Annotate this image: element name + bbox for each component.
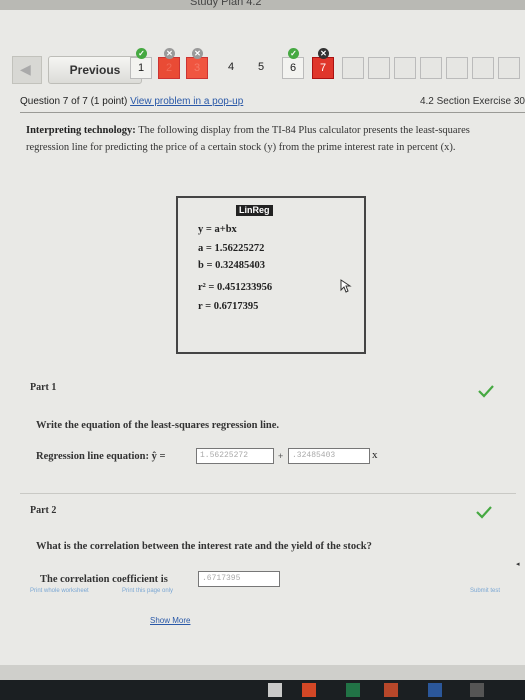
question-number-text: Question 7 of 7 (1 point) <box>20 96 128 107</box>
section-label: 4.2 Section Exercise 30 <box>419 96 525 107</box>
bezel-text: Study Plan 4.2 <box>190 0 262 8</box>
question-tab-label: 7 <box>319 62 327 74</box>
calculator-line: b = 0.32485403 <box>198 260 265 271</box>
intercept-input[interactable]: 1.56225272 <box>196 448 274 464</box>
empty-tab <box>498 57 520 79</box>
submit-test-link[interactable]: Submit test <box>470 588 500 594</box>
x-icon: ✕ <box>192 48 203 59</box>
plus-sign: + <box>278 451 284 461</box>
taskbar <box>0 680 525 700</box>
question-tab-label: 6 <box>289 62 297 74</box>
check-icon: ✓ <box>288 48 299 59</box>
powerpoint-app-icon[interactable] <box>302 683 316 697</box>
question-tab-label: 3 <box>193 62 201 74</box>
question-tab-1[interactable]: 1 <box>130 57 152 79</box>
x-variable: x <box>372 449 378 461</box>
print-worksheet-link[interactable]: Print whole worksheet <box>30 588 89 594</box>
popup-link[interactable]: View problem in a pop-up <box>130 96 243 107</box>
part1-instruction: Write the equation of the least-squares … <box>36 420 280 431</box>
question-tab-2[interactable]: 2 <box>158 57 180 79</box>
question-tab-6[interactable]: 6 <box>282 57 304 79</box>
back-arrow-button[interactable]: ◀ <box>12 56 42 84</box>
check-icon: ✓ <box>136 48 147 59</box>
question-tab-label: 2 <box>165 62 173 74</box>
question-header: Question 7 of 7 (1 point) View problem i… <box>20 96 525 113</box>
question-tab-label: 4 <box>227 61 235 73</box>
part2-label: Part 2 <box>30 505 57 516</box>
part1-label: Part 1 <box>30 382 57 393</box>
calculator-line: r² = 0.451233956 <box>198 282 273 293</box>
part2-question: What is the correlation between the inte… <box>36 541 372 552</box>
word-app-icon[interactable] <box>428 683 442 697</box>
question-navigation: ◀ Previous 1 ✓ 2 ✕ 3 ✕ 4 5 6 ✓ 7 ✕ <box>12 48 525 86</box>
question-tab-7[interactable]: 7 <box>312 57 334 79</box>
empty-tab <box>420 57 442 79</box>
calculator-app-icon[interactable] <box>268 683 282 697</box>
part1-check-icon <box>478 385 494 398</box>
question-prompt: Interpreting technology: The following d… <box>26 122 496 156</box>
question-number: Question 7 of 7 (1 point) View problem i… <box>20 96 243 107</box>
double-left-arrow-icon: ◀ <box>20 61 31 77</box>
equation-label: Regression line equation: ŷ = <box>36 451 166 462</box>
part2-check-icon <box>476 506 492 519</box>
empty-tab <box>394 57 416 79</box>
x-icon: ✕ <box>164 48 175 59</box>
question-tab-5[interactable]: 5 <box>250 57 272 79</box>
mouse-cursor-icon <box>340 279 352 293</box>
correlation-label: The correlation coefficient is <box>40 574 168 585</box>
app-icon[interactable] <box>384 683 398 697</box>
empty-tab <box>368 57 390 79</box>
calculator-line: y = a+bx <box>198 224 237 235</box>
print-page-link[interactable]: Print this page only <box>122 588 173 594</box>
question-tab-3[interactable]: 3 <box>186 57 208 79</box>
correlation-input[interactable]: .6717395 <box>198 571 280 587</box>
calculator-line: a = 1.56225272 <box>198 243 265 254</box>
app-icon[interactable] <box>470 683 484 697</box>
empty-tab <box>472 57 494 79</box>
previous-button[interactable]: Previous <box>48 56 142 84</box>
empty-tab <box>446 57 468 79</box>
divider <box>20 493 516 494</box>
scroll-arrow-icon[interactable]: ◂ <box>516 560 520 568</box>
slope-input[interactable]: .32485403 <box>288 448 370 464</box>
prompt-lead: Interpreting technology: <box>26 125 136 136</box>
calculator-title: LinReg <box>236 205 273 216</box>
question-tab-label: 5 <box>257 61 265 73</box>
x-icon: ✕ <box>318 48 329 59</box>
calculator-display: LinReg y = a+bx a = 1.56225272 b = 0.324… <box>176 196 366 354</box>
calculator-line: r = 0.6717395 <box>198 301 259 312</box>
question-tab-4[interactable]: 4 <box>220 57 242 79</box>
excel-app-icon[interactable] <box>346 683 360 697</box>
show-more-link[interactable]: Show More <box>150 616 190 625</box>
monitor-top-bezel: Study Plan 4.2 <box>0 0 525 10</box>
empty-tab <box>342 57 364 79</box>
question-tab-label: 1 <box>137 62 145 74</box>
